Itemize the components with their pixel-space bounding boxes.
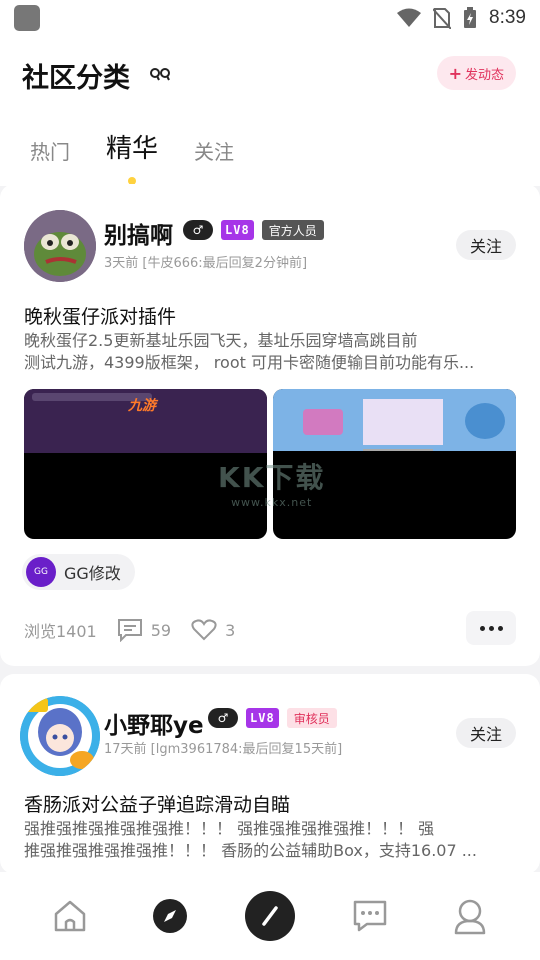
nav-profile[interactable]	[440, 886, 500, 946]
dot	[479, 625, 485, 631]
dot	[497, 625, 503, 631]
follow-button[interactable]: 关注	[456, 230, 516, 260]
level-badge: LV8	[221, 220, 254, 240]
post-excerpt[interactable]: 晚秋蛋仔2.5更新基址乐园飞天，基址乐园穿墙高跳目前 测试九游，4399版框架，…	[24, 330, 516, 374]
tab-bar: 热门 精华 关注	[30, 128, 234, 185]
like-count: 3	[225, 620, 236, 640]
chat-icon	[353, 900, 387, 932]
username[interactable]: 别搞啊	[104, 216, 173, 250]
clock: 8:39	[489, 7, 526, 28]
view-count: 浏览1401	[24, 622, 97, 641]
male-icon: ♂	[208, 708, 238, 728]
comment-icon	[117, 619, 142, 642]
post-title[interactable]: 晚秋蛋仔派对插件	[24, 302, 176, 329]
level-badge: LV8	[246, 708, 279, 728]
topic-tag[interactable]: GG GG修改	[22, 554, 135, 590]
post-excerpt[interactable]: 强推强推强推强推强推！！！ 强推强推强推强推！！！ 强 推强推强推强推强推！！！…	[24, 818, 516, 862]
pen-icon	[262, 906, 278, 926]
user-badges: ♂ LV8 审核员	[208, 708, 337, 728]
user-badges: ♂ LV8 官方人员	[183, 220, 324, 240]
compass-icon	[153, 899, 187, 933]
compose-button	[245, 891, 295, 941]
tab-featured-label: 精华	[106, 134, 159, 164]
male-icon: ♂	[183, 220, 213, 240]
post-meta: 3天前 [牛皮666:最后回复2分钟前]	[104, 256, 308, 271]
post-meta: 17天前 [lgm3961784:最后回复15天前]	[104, 742, 343, 757]
app-notification-icon	[14, 5, 40, 31]
nav-home[interactable]	[40, 886, 100, 946]
wifi-icon	[397, 8, 422, 27]
new-post-button[interactable]: + 发动态	[436, 56, 516, 90]
post-excerpt-line: 推强推强推强推强推！！！ 香肠的公益辅助Box，支持16.07 ...	[24, 841, 477, 860]
follow-button[interactable]: 关注	[456, 718, 516, 748]
plus-icon: +	[448, 63, 462, 83]
tab-hot[interactable]: 热门	[30, 136, 70, 165]
watermark: KK下载 www.kkx.net	[218, 456, 325, 509]
more-options-button[interactable]	[466, 611, 516, 645]
tab-following[interactable]: 关注	[194, 136, 234, 165]
home-icon	[54, 900, 86, 932]
post-card[interactable]: 小野耶ye ♂ LV8 审核员 17天前 [lgm3961784:最后回复15天…	[0, 674, 540, 874]
dot	[488, 625, 494, 631]
heart-icon	[191, 619, 217, 641]
new-post-label: 发动态	[464, 67, 504, 83]
nav-discover[interactable]	[140, 886, 200, 946]
page-title: 社区分类	[22, 63, 130, 94]
post-excerpt-line: 测试九游，4399版框架， root 可用卡密随便输目前功能有乐...	[24, 353, 475, 372]
anime-avatar-icon	[20, 696, 100, 776]
avatar[interactable]	[24, 210, 96, 282]
watermark-url: www.kkx.net	[231, 496, 313, 509]
header: 社区分类 + 发动态 热门 精华 关注	[0, 36, 540, 186]
nav-messages[interactable]	[340, 886, 400, 946]
role-badge: 审核员	[286, 708, 337, 728]
nav-create[interactable]	[240, 886, 300, 946]
bottom-nav	[0, 872, 540, 960]
frog-avatar-icon	[24, 210, 96, 282]
role-badge: 官方人员	[261, 220, 324, 240]
comment-stat[interactable]: 59	[117, 618, 171, 642]
comment-count: 59	[150, 620, 172, 640]
post-stats: 浏览1401 59 3	[24, 618, 255, 642]
profile-icon	[454, 899, 486, 935]
post-excerpt-line: 晚秋蛋仔2.5更新基址乐园飞天，基址乐园穿墙高跳目前	[24, 331, 418, 350]
post-card[interactable]: 别搞啊 ♂ LV8 官方人员 3天前 [牛皮666:最后回复2分钟前] 关注 晚…	[0, 184, 540, 666]
watermark-text: KK下载	[218, 461, 326, 494]
quote-deco-icon	[150, 68, 170, 81]
avatar[interactable]	[20, 696, 100, 776]
tab-featured[interactable]: 精华	[106, 128, 159, 185]
post-title[interactable]: 香肠派对公益子弹追踪滑动自瞄	[24, 790, 290, 817]
battery-charging-icon	[464, 7, 477, 28]
no-sim-icon	[433, 8, 452, 29]
gg-modifier-icon: GG	[26, 557, 56, 587]
game-logo-text: 九游	[128, 398, 156, 414]
like-stat[interactable]: 3	[191, 619, 235, 641]
post-excerpt-line: 强推强推强推强推强推！！！ 强推强推强推强推！！！ 强	[24, 819, 435, 838]
topic-tag-label: GG修改	[64, 564, 121, 583]
username[interactable]: 小野耶ye	[104, 706, 204, 740]
status-bar: 8:39	[0, 0, 540, 36]
